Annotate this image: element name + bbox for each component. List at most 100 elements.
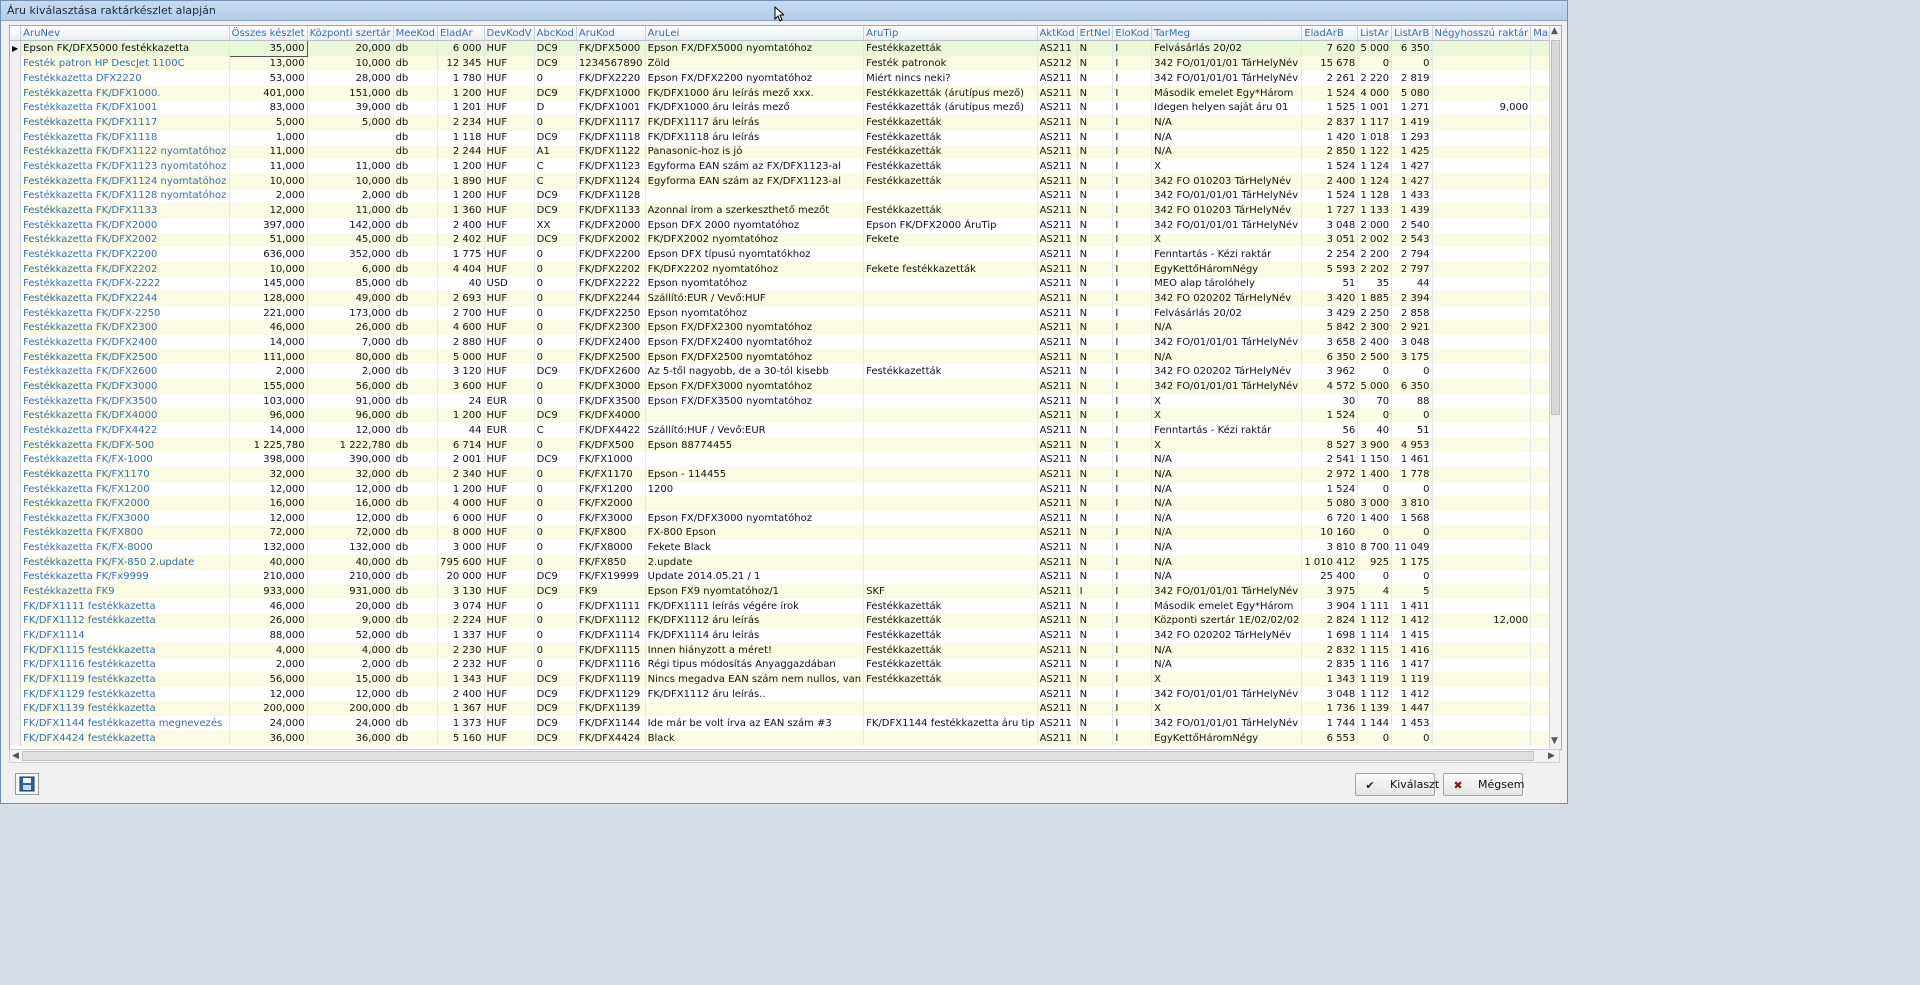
grid-cell[interactable] (863, 291, 1038, 306)
grid-cell[interactable]: N (1077, 672, 1114, 687)
grid-cell[interactable]: 2 200 (1357, 247, 1393, 262)
grid-cell[interactable]: DC9 (534, 452, 577, 468)
grid-cell[interactable]: 3 962 (1301, 364, 1359, 380)
grid-cell[interactable]: 3 175 (1391, 349, 1433, 365)
table-row[interactable]: Festékkazetta FK/DFX2500 111,000 80,000 db 5… (10, 349, 1561, 365)
grid-cell[interactable]: Epson DFX típusú nyomtatókhoz (645, 247, 865, 262)
grid-cell[interactable]: 15 678 (1301, 56, 1359, 72)
grid-cell[interactable]: 3 000 (437, 540, 485, 555)
grid-cell[interactable]: 2,000 (229, 188, 308, 204)
grid-cell[interactable] (645, 701, 865, 717)
table-row[interactable]: Festékkazetta FK/DFX3500 103,000 91,000 db 2… (10, 393, 1561, 409)
grid-cell[interactable]: 1 412 (1391, 686, 1433, 702)
grid-cell[interactable]: N (1077, 144, 1114, 160)
grid-cell[interactable]: N (1077, 657, 1114, 673)
grid-cell[interactable]: 10,000 (229, 261, 308, 277)
grid-cell[interactable]: FK/DFX1112 festékkazetta (20, 613, 230, 629)
grid-cell[interactable]: db (393, 379, 439, 394)
grid-cell[interactable]: db (393, 613, 439, 629)
row-indicator[interactable] (10, 511, 22, 526)
grid-cell[interactable]: I (1112, 554, 1153, 570)
grid-cell[interactable]: AS211 (1037, 291, 1078, 306)
column-header[interactable]: AruTip (863, 26, 1038, 41)
grid-cell[interactable]: 1 524 (1301, 481, 1359, 497)
grid-cell[interactable]: 2 794 (1391, 247, 1433, 262)
grid-cell[interactable]: db (393, 173, 439, 189)
grid-cell[interactable]: DC9 (534, 584, 577, 599)
grid-cell[interactable]: HUF (484, 291, 535, 306)
grid-cell[interactable]: 1 373 (437, 716, 485, 731)
grid-cell[interactable]: 0 (1357, 364, 1393, 380)
grid-cell[interactable]: Festékkazetták (árutípus mező) (863, 100, 1038, 116)
grid-cell[interactable]: 342 FO 020202 TárHelyNév (1151, 291, 1303, 306)
grid-cell[interactable]: 342 FO/01/01/01 TárHelyNév (1151, 379, 1303, 394)
grid-cell[interactable]: I (1112, 701, 1153, 717)
grid-cell[interactable]: 390,000 (307, 452, 394, 468)
row-indicator[interactable] (10, 85, 22, 101)
grid-cell[interactable] (1432, 452, 1532, 468)
grid-cell[interactable]: HUF (484, 657, 535, 673)
row-indicator[interactable] (10, 598, 22, 614)
grid-cell[interactable]: FK/DFX3500 (576, 393, 646, 409)
grid-cell[interactable]: 342 FO/01/01/01 TárHelyNév (1151, 716, 1303, 731)
grid-cell[interactable]: Festékkazetta FK/DFX1001 (20, 100, 230, 116)
row-indicator[interactable] (10, 71, 22, 86)
row-indicator[interactable] (10, 217, 22, 233)
grid-cell[interactable]: 53,000 (229, 71, 308, 86)
grid-cell[interactable] (1432, 276, 1532, 292)
grid-cell[interactable]: N (1077, 598, 1114, 614)
grid-cell[interactable]: 7 620 (1301, 40, 1359, 57)
grid-cell[interactable]: 1 736 (1301, 701, 1359, 717)
grid-cell[interactable]: Festékkazetták (863, 598, 1038, 614)
grid-cell[interactable] (863, 481, 1038, 497)
grid-cell[interactable]: 1 112 (1357, 686, 1393, 702)
grid-cell[interactable]: 1 343 (1301, 672, 1359, 687)
grid-cell[interactable]: 5 (1391, 584, 1433, 599)
grid-cell[interactable]: 0 (1391, 408, 1433, 424)
grid-cell[interactable]: FK/DFX5000 (576, 40, 646, 57)
grid-cell[interactable]: N (1077, 335, 1114, 350)
grid-cell[interactable]: I (1112, 335, 1153, 350)
grid-cell[interactable]: 925 (1357, 554, 1393, 570)
grid-cell[interactable]: Fenntartás - Kézi raktár (1151, 423, 1303, 438)
grid-cell[interactable]: Festékkazetta FK/DFX1124 nyomtatóhoz (20, 173, 230, 189)
table-row[interactable]: Festékkazetta DFX2220 53,000 28,000 db 1 780… (10, 71, 1561, 86)
grid-cell[interactable]: 2 824 (1301, 613, 1359, 629)
grid-cell[interactable]: db (393, 686, 439, 702)
grid-cell[interactable]: 1 124 (1357, 159, 1393, 174)
grid-cell[interactable]: 0 (1391, 481, 1433, 497)
grid-cell[interactable]: HUF (484, 364, 535, 380)
grid-cell[interactable]: 128,000 (229, 291, 308, 306)
grid-cell[interactable]: FK/FX1000 (576, 452, 646, 468)
grid-cell[interactable]: N (1077, 481, 1114, 497)
grid-cell[interactable]: Festékkazetta FK/DFX2500 (20, 349, 230, 365)
column-header[interactable]: MeeKod (393, 26, 439, 41)
grid-cell[interactable] (863, 525, 1038, 541)
grid-cell[interactable]: 1 453 (1391, 716, 1433, 731)
grid-cell[interactable]: 2 540 (1391, 217, 1433, 233)
grid-cell[interactable]: 132,000 (229, 540, 308, 555)
grid-cell[interactable]: 0 (534, 628, 577, 643)
grid-cell[interactable]: 72,000 (229, 525, 308, 541)
grid-cell[interactable]: I (1112, 129, 1153, 145)
row-indicator[interactable] (10, 569, 22, 585)
column-header[interactable]: Négyhosszú raktár (1432, 26, 1532, 41)
grid-cell[interactable]: db (393, 320, 439, 336)
grid-cell[interactable] (1432, 129, 1532, 145)
grid-cell[interactable]: Nincs megadva EAN szám nem nullos, van (645, 672, 865, 687)
grid-cell[interactable] (1432, 349, 1532, 365)
grid-cell[interactable]: 35 (1357, 276, 1393, 292)
row-indicator[interactable] (10, 730, 22, 746)
horizontal-scroll-thumb[interactable] (22, 751, 1534, 761)
grid-cell[interactable]: Festékkazetta FK/DFX1000. (20, 85, 230, 101)
grid-cell[interactable]: Festékkazetta FK/DFX1128 nyomtatóhoz (20, 188, 230, 204)
grid-cell[interactable] (863, 701, 1038, 717)
row-indicator[interactable] (10, 554, 22, 570)
grid-cell[interactable]: 145,000 (229, 276, 308, 292)
grid-cell[interactable]: 26,000 (307, 320, 394, 336)
grid-cell[interactable]: FK/DFX2202 (576, 261, 646, 277)
grid-cell[interactable]: FK/DFX1000 áru leírás mező (645, 100, 865, 116)
grid-cell[interactable]: 5 000 (437, 349, 485, 365)
grid-cell[interactable]: db (393, 71, 439, 86)
grid-cell[interactable]: I (1112, 217, 1153, 233)
